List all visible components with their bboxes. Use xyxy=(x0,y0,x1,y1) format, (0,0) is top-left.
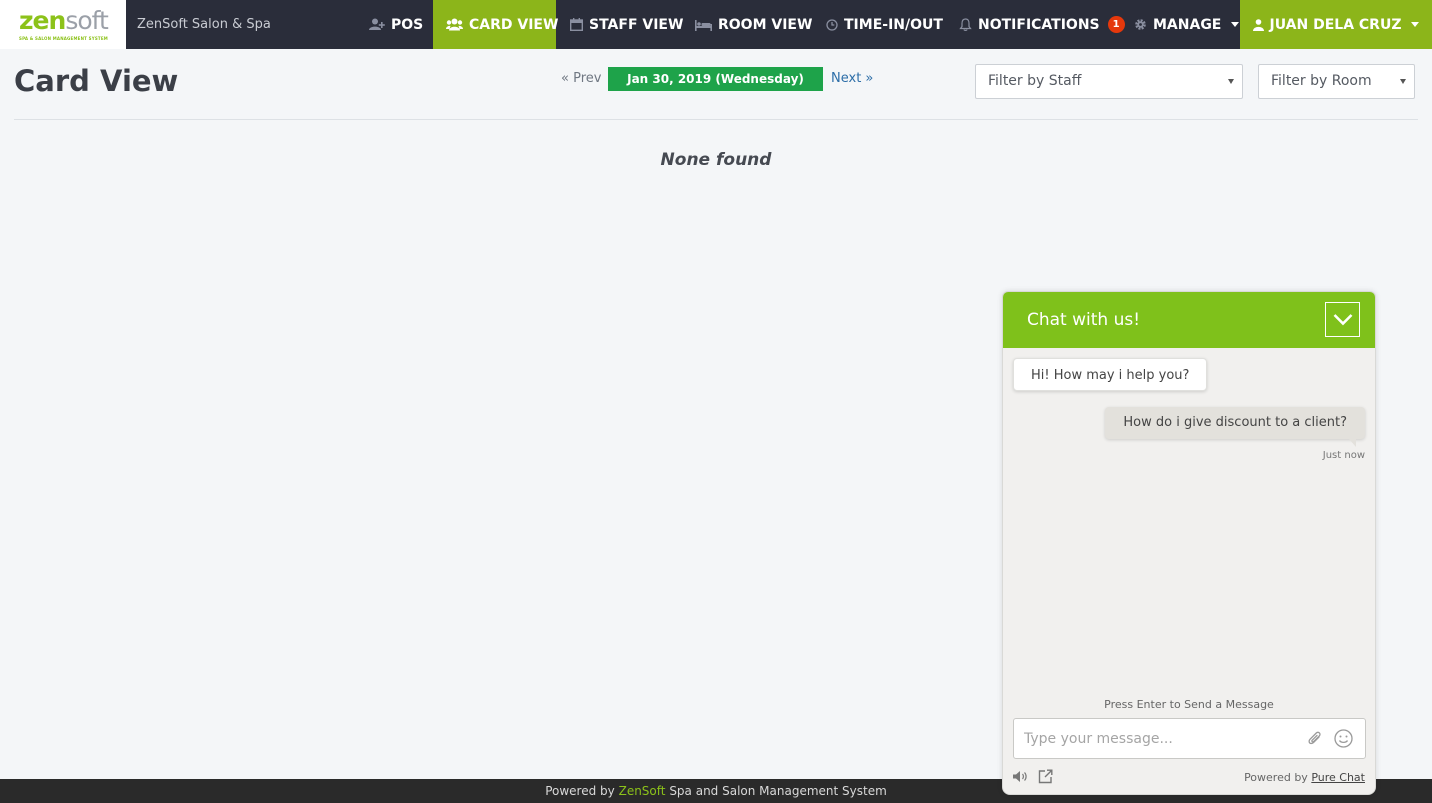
nav-notifications[interactable]: NOTIFICATIONS 1 xyxy=(946,0,1138,49)
paperclip-icon[interactable] xyxy=(1308,730,1322,747)
gear-icon xyxy=(1135,19,1146,30)
nav-user-label: JUAN DELA CRUZ xyxy=(1269,16,1402,33)
nav-pos[interactable]: POS xyxy=(356,0,436,49)
calendar-icon xyxy=(570,18,583,31)
empty-state-message: None found xyxy=(660,150,772,170)
emoji-icon[interactable] xyxy=(1334,729,1353,748)
footer-suffix: Spa and Salon Management System xyxy=(669,784,887,798)
brand-name: ZenSoft Salon & Spa xyxy=(137,17,271,32)
popout-icon[interactable] xyxy=(1038,769,1053,784)
next-date-link[interactable]: Next » xyxy=(831,71,873,86)
chat-header[interactable]: Chat with us! xyxy=(1003,292,1375,348)
nav-room-view[interactable]: ROOM VIEW xyxy=(682,0,825,49)
nav-user-menu[interactable]: JUAN DELA CRUZ xyxy=(1240,0,1432,49)
footer-brand: ZenSoft xyxy=(618,784,666,798)
logo[interactable]: zensoft SPA & SALON MANAGEMENT SYSTEM xyxy=(0,0,126,49)
filter-room-select[interactable]: Filter by Room xyxy=(1258,64,1415,99)
chat-send-hint: Press Enter to Send a Message xyxy=(1104,698,1274,711)
chat-bubble-tail xyxy=(1349,439,1356,447)
user-plus-icon xyxy=(369,18,385,30)
top-navbar: zensoft SPA & SALON MANAGEMENT SYSTEM Ze… xyxy=(0,0,1432,49)
nav-card-view[interactable]: CARD VIEW xyxy=(433,0,559,49)
filter-staff-value: Filter by Staff xyxy=(988,73,1082,89)
footer-prefix: Powered by xyxy=(545,784,615,798)
chevron-down-icon xyxy=(1231,22,1240,27)
bed-icon xyxy=(695,19,712,31)
filter-staff-select[interactable]: Filter by Staff xyxy=(975,64,1243,99)
nav-staff-view-label: STAFF VIEW xyxy=(589,16,684,33)
sound-icon[interactable] xyxy=(1012,770,1029,783)
logo-zen: zen xyxy=(19,6,66,35)
nav-time-in-out-label: TIME-IN/OUT xyxy=(844,16,943,33)
filter-room-value: Filter by Room xyxy=(1271,73,1372,89)
nav-staff-view[interactable]: STAFF VIEW xyxy=(557,0,696,49)
user-icon xyxy=(1252,18,1264,31)
chat-message-time: Just now xyxy=(1322,450,1365,461)
nav-pos-label: POS xyxy=(391,16,424,33)
chat-message-visitor: How do i give discount to a client? xyxy=(1105,407,1365,439)
logo-soft: soft xyxy=(65,6,108,35)
dropdown-caret-icon xyxy=(1400,79,1406,84)
nav-card-view-label: CARD VIEW xyxy=(469,16,559,33)
chat-minimize-button[interactable] xyxy=(1325,302,1360,337)
chat-powered-prefix: Powered by xyxy=(1244,771,1308,784)
current-date[interactable]: Jan 30, 2019 (Wednesday) xyxy=(608,67,823,91)
clock-icon xyxy=(826,18,838,31)
pure-chat-link[interactable]: Pure Chat xyxy=(1311,771,1365,784)
chat-widget: Chat with us! Hi! How may i help you? Ho… xyxy=(1002,291,1376,795)
chat-message-agent: Hi! How may i help you? xyxy=(1013,358,1208,391)
page-title: Card View xyxy=(14,64,179,98)
header-divider xyxy=(14,119,1418,120)
logo-wordmark: zensoft xyxy=(19,6,109,35)
prev-date-link[interactable]: « Prev xyxy=(561,71,601,86)
chevron-down-icon xyxy=(1411,22,1420,27)
logo-tagline: SPA & SALON MANAGEMENT SYSTEM xyxy=(19,36,108,41)
nav-room-view-label: ROOM VIEW xyxy=(718,16,813,33)
nav-time-in-out[interactable]: TIME-IN/OUT xyxy=(813,0,956,49)
nav-manage-label: MANAGE xyxy=(1153,16,1222,33)
chevron-down-icon xyxy=(1333,314,1353,326)
chat-title: Chat with us! xyxy=(1027,310,1141,330)
dropdown-caret-icon xyxy=(1228,79,1234,84)
nav-notifications-label: NOTIFICATIONS xyxy=(978,16,1100,33)
chat-powered-by: Powered by Pure Chat xyxy=(1244,771,1365,784)
users-icon xyxy=(446,18,463,31)
nav-manage[interactable]: MANAGE xyxy=(1121,0,1252,49)
bell-icon xyxy=(959,18,972,31)
